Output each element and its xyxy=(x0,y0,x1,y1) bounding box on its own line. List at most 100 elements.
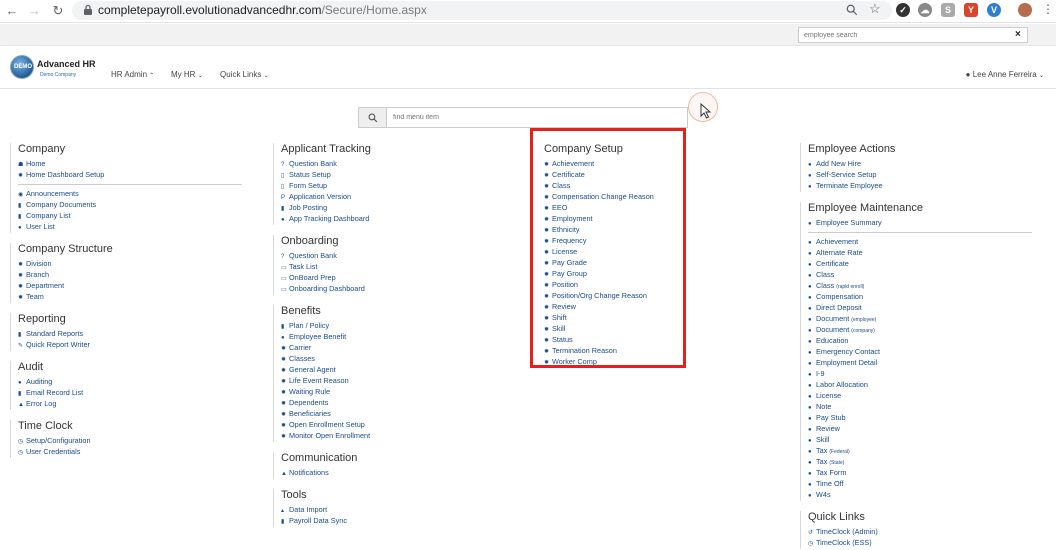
menu-link-waiting-rule[interactable]: ✹ Waiting Rule xyxy=(281,387,371,398)
zoom-icon[interactable] xyxy=(846,4,858,16)
menu-link-app-tracking-dashboard[interactable]: ● App Tracking Dashboard xyxy=(281,214,371,225)
user-icon: ● xyxy=(808,317,812,323)
menu-link-carrier[interactable]: ✹ Carrier xyxy=(281,343,371,354)
menu-link-onboarding-dashboard[interactable]: ▭ Onboarding Dashboard xyxy=(281,284,371,295)
menu-link-maintenance-item[interactable]: ● Compensation xyxy=(808,292,1032,303)
search-button[interactable] xyxy=(359,108,387,127)
menu-my-hr[interactable]: My HR ⌄ xyxy=(171,70,203,79)
menu-link-maintenance-item[interactable]: ● Labor Allocation xyxy=(808,380,1032,391)
link-label: Branch xyxy=(26,270,50,279)
menu-link-maintenance-item[interactable]: ● Class (rapid enroll) xyxy=(808,281,1032,292)
question-icon: ? xyxy=(281,254,285,260)
menu-link-maintenance-item[interactable]: ● Tax (Federal) xyxy=(808,446,1032,457)
extension-check-icon[interactable]: ✓ xyxy=(896,3,910,17)
profile-avatar-icon[interactable] xyxy=(1018,3,1032,17)
menu-link-maintenance-item[interactable]: ● Review xyxy=(808,424,1032,435)
menu-link-maintenance-item[interactable]: ● Document (company) xyxy=(808,325,1032,336)
menu-link-announcements[interactable]: ◉ Announcements xyxy=(18,189,242,200)
menu-link-data-import[interactable]: ▴ Data Import xyxy=(281,505,371,516)
menu-hr-admin[interactable]: HR Admin ⌃ xyxy=(111,70,154,79)
menu-link-maintenance-item[interactable]: ● Time Off xyxy=(808,479,1032,490)
menu-link-quick-report-writer[interactable]: ✎ Quick Report Writer xyxy=(18,340,242,351)
menu-link-employee-summary[interactable]: ● Employee Summary xyxy=(808,218,1032,229)
user-icon: ● xyxy=(808,405,812,411)
menu-link-job-posting[interactable]: ▮ Job Posting xyxy=(281,203,371,214)
menu-link-home-dashboard-setup[interactable]: ✹ Home Dashboard Setup xyxy=(18,170,242,181)
menu-link-maintenance-item[interactable]: ● License xyxy=(808,391,1032,402)
bookmark-star-icon[interactable]: ☆ xyxy=(869,1,881,17)
menu-link-self-service-setup[interactable]: ● Self-Service Setup xyxy=(808,170,1032,181)
menu-link-maintenance-item[interactable]: ● Document (employee) xyxy=(808,314,1032,325)
menu-link-payroll-data-sync[interactable]: ▮ Payroll Data Sync xyxy=(281,516,371,527)
menu-link-setup-configuration[interactable]: ◷ Setup/Configuration xyxy=(18,436,242,447)
browser-menu-icon[interactable]: ⋮ xyxy=(1042,2,1054,16)
menu-link-team[interactable]: ✹ Team xyxy=(18,292,242,303)
menu-link-error-log[interactable]: ▲ Error Log xyxy=(18,399,242,410)
menu-link-maintenance-item[interactable]: ● Employment Detail xyxy=(808,358,1032,369)
menu-link-status-setup[interactable]: ▯ Status Setup xyxy=(281,170,371,181)
menu-link-maintenance-item[interactable]: ● Tax Form xyxy=(808,468,1032,479)
menu-link-beneficiaries[interactable]: ✹ Beneficiaries xyxy=(281,409,371,420)
menu-link-maintenance-item[interactable]: ● W4s xyxy=(808,490,1032,501)
menu-link-monitor-open-enrollment[interactable]: ✹ Monitor Open Enrollment xyxy=(281,431,371,442)
menu-link-classes[interactable]: ✹ Classes xyxy=(281,354,371,365)
menu-link-home[interactable]: ☗ Home xyxy=(18,159,242,170)
reload-icon[interactable]: ↻ xyxy=(50,3,66,19)
menu-link-user-list[interactable]: ● User List xyxy=(18,222,242,233)
menu-link-company-list[interactable]: ▮ Company List xyxy=(18,211,242,222)
link-label: Data Import xyxy=(289,505,328,514)
extension-v-icon[interactable]: V xyxy=(987,3,1001,17)
address-bar[interactable]: completepayroll.evolutionadvancedhr.com/… xyxy=(72,1,892,20)
menu-link-general-agent[interactable]: ✹ General Agent xyxy=(281,365,371,376)
menu-link-application-version[interactable]: P Application Version xyxy=(281,192,371,203)
menu-link-maintenance-item[interactable]: ● Skill xyxy=(808,435,1032,446)
menu-link-branch[interactable]: ✹ Branch xyxy=(18,270,242,281)
menu-link-open-enrollment-setup[interactable]: ✹ Open Enrollment Setup xyxy=(281,420,371,431)
menu-link-auditing[interactable]: ● Auditing xyxy=(18,377,242,388)
menu-link-maintenance-item[interactable]: ● Tax (State) xyxy=(808,457,1032,468)
menu-link-maintenance-item[interactable]: ● Note xyxy=(808,402,1032,413)
menu-link-department[interactable]: ✹ Department xyxy=(18,281,242,292)
menu-link-form-setup[interactable]: ▯ Form Setup xyxy=(281,181,371,192)
menu-link-dependents[interactable]: ✹ Dependents xyxy=(281,398,371,409)
menu-link-user-credentials[interactable]: ◷ User Credentials xyxy=(18,447,242,458)
menu-link-plan-policy[interactable]: ▮ Plan / Policy xyxy=(281,321,371,332)
menu-quick-links[interactable]: Quick Links ⌄ xyxy=(220,70,269,79)
menu-link-onboard-prep[interactable]: ▭ OnBoard Prep xyxy=(281,273,371,284)
menu-link-maintenance-item[interactable]: ● I-9 xyxy=(808,369,1032,380)
company-logo[interactable]: DEMO xyxy=(10,55,34,79)
menu-link-timeclock-ess[interactable]: ◷ TimeClock (ESS) xyxy=(808,538,1032,549)
employee-search-input[interactable] xyxy=(798,27,1028,43)
menu-link-maintenance-item[interactable]: ● Emergency Contact xyxy=(808,347,1032,358)
menu-link-division[interactable]: ✹ Division xyxy=(18,259,242,270)
menu-link-company-documents[interactable]: ▮ Company Documents xyxy=(18,200,242,211)
brand-name: Advanced HR xyxy=(37,59,96,69)
forward-icon[interactable]: → xyxy=(26,3,42,19)
menu-link-maintenance-item[interactable]: ● Education xyxy=(808,336,1032,347)
menu-link-add-new-hire[interactable]: ● Add New Hire xyxy=(808,159,1032,170)
menu-link-task-list[interactable]: ▭ Task List xyxy=(281,262,371,273)
menu-link-employee-benefit[interactable]: ● Employee Benefit xyxy=(281,332,371,343)
menu-link-maintenance-item[interactable]: ● Alternate Rate xyxy=(808,248,1032,259)
menu-search-input[interactable] xyxy=(389,108,679,127)
menu-link-maintenance-item[interactable]: ● Achievement xyxy=(808,237,1032,248)
menu-link-timeclock-admin[interactable]: ↺ TimeClock (Admin) xyxy=(808,527,1032,538)
menu-link-question-bank[interactable]: ? Question Bank xyxy=(281,159,371,170)
extension-y-icon[interactable]: Y xyxy=(964,3,978,17)
menu-link-terminate-employee[interactable]: ● Terminate Employee xyxy=(808,181,1032,192)
menu-link-onboarding-question-bank[interactable]: ? Question Bank xyxy=(281,251,371,262)
menu-link-maintenance-item[interactable]: ● Pay Stub xyxy=(808,413,1032,424)
menu-link-maintenance-item[interactable]: ● Direct Deposit xyxy=(808,303,1032,314)
link-label: I-9 xyxy=(816,369,825,378)
back-icon[interactable]: ← xyxy=(4,3,20,19)
extension-cloud-icon[interactable]: ☁ xyxy=(918,3,932,17)
extension-s-icon[interactable]: S xyxy=(941,3,955,17)
menu-link-life-event-reason[interactable]: ✹ Life Event Reason xyxy=(281,376,371,387)
menu-link-standard-reports[interactable]: ▮ Standard Reports xyxy=(18,329,242,340)
close-icon[interactable]: × xyxy=(1015,29,1021,40)
menu-link-email-record-list[interactable]: ▮ Email Record List xyxy=(18,388,242,399)
user-menu[interactable]: ● Lee Anne Ferreira ⌄ xyxy=(966,70,1044,79)
menu-link-notifications[interactable]: ▲ Notifications xyxy=(281,468,371,479)
menu-link-maintenance-item[interactable]: ● Class xyxy=(808,270,1032,281)
menu-link-maintenance-item[interactable]: ● Certificate xyxy=(808,259,1032,270)
